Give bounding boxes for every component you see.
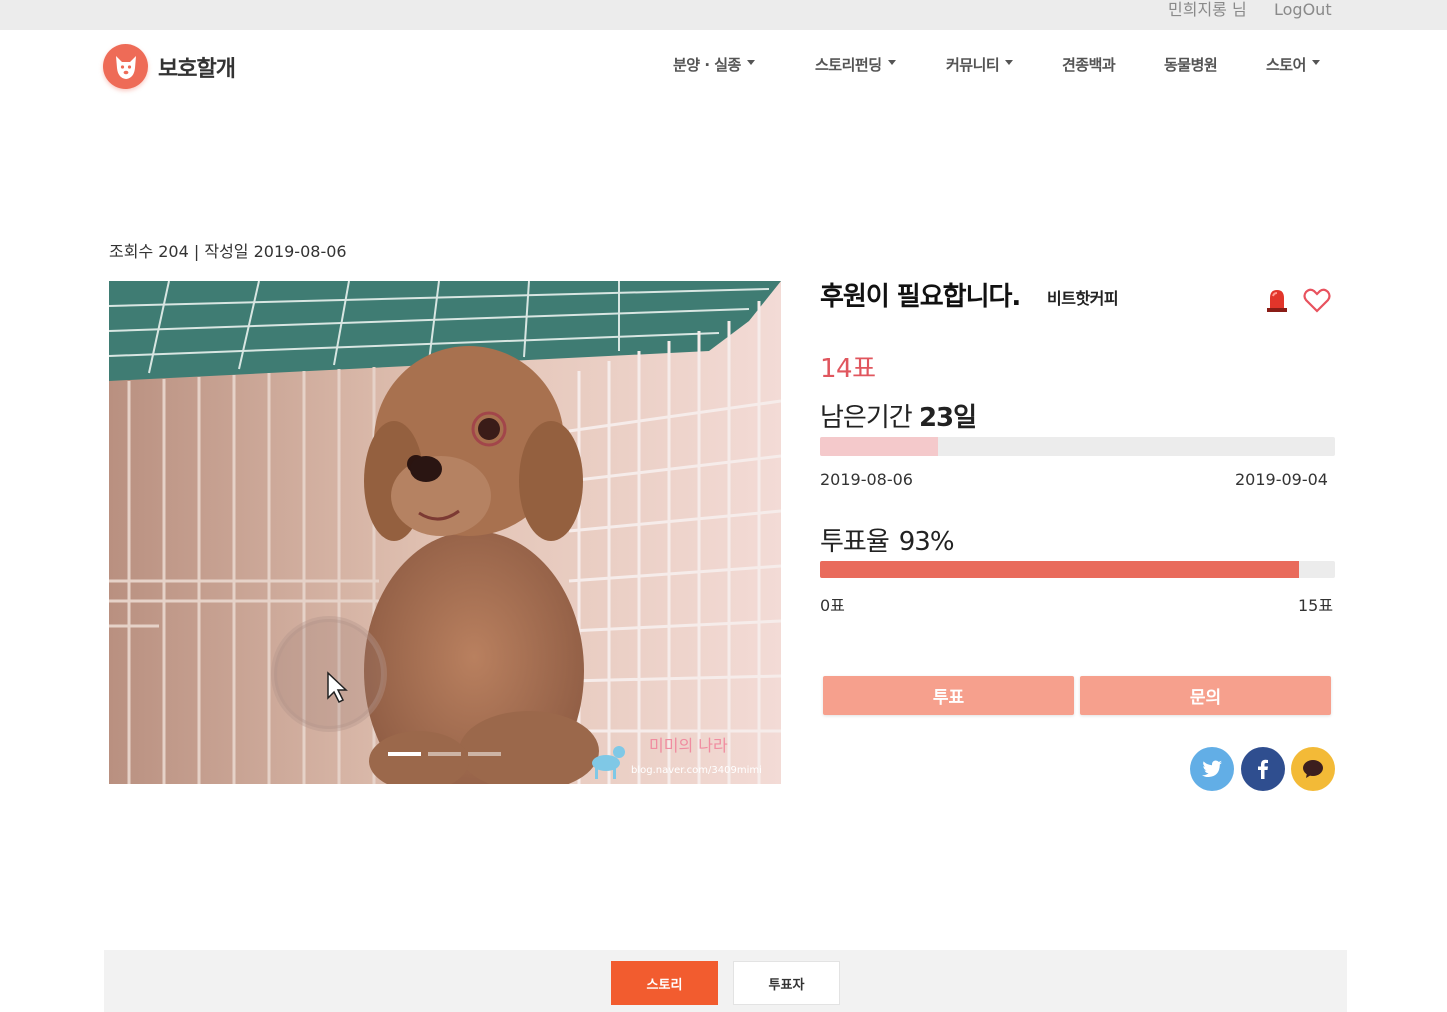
min-votes: 0표 (820, 596, 845, 615)
vote-count: 14표 (820, 354, 876, 384)
caret-down-icon (1005, 60, 1014, 65)
menu-adoption-missing[interactable]: 분양 · 실종 (673, 54, 755, 75)
photo-carousel[interactable]: 미미의 나라 blog.naver.com/3409mimi (109, 281, 781, 784)
vote-rate-label: 투표율 (820, 527, 890, 557)
remaining-period: 남은기간 23일 (820, 397, 977, 434)
remaining-value: 23일 (918, 403, 977, 433)
caret-down-icon (746, 60, 755, 65)
watermark-url: blog.naver.com/3409mimi (631, 765, 762, 776)
siren-icon[interactable] (1262, 284, 1292, 314)
vote-rate-value: 93% (898, 527, 955, 557)
vote-rate-bar (820, 561, 1335, 578)
menu-label: 분양 · 실종 (673, 56, 741, 74)
vote-rate: 투표율 93% (820, 521, 955, 558)
vote-button[interactable]: 투표 (823, 676, 1074, 715)
post-author: 비트핫커피 (1047, 289, 1119, 308)
caret-down-icon (1311, 60, 1320, 65)
menu-store[interactable]: 스토어 (1266, 54, 1320, 75)
menu-label: 견종백과 (1062, 56, 1116, 74)
menu-community[interactable]: 커뮤니티 (946, 54, 1014, 75)
dog-face-icon (103, 44, 148, 89)
remaining-label: 남은기간 (820, 403, 913, 433)
start-date: 2019-08-06 (820, 470, 913, 489)
menu-animal-hospital[interactable]: 동물병원 (1164, 54, 1218, 75)
menu-label: 커뮤니티 (946, 56, 1000, 74)
vote-rate-fill (820, 561, 1299, 578)
tab-story[interactable]: 스토리 (611, 961, 718, 1005)
post-title: 후원이 필요합니다. (820, 282, 1021, 312)
caret-down-icon (887, 60, 896, 65)
period-progress-fill (820, 437, 939, 456)
logo[interactable]: 보호할개 (103, 44, 236, 89)
carousel-indicator-1[interactable] (388, 752, 421, 756)
user-name: 민희지롱 님 (1168, 0, 1247, 19)
top-utility-bar: 민희지롱 님 LogOut (0, 0, 1447, 30)
carousel-indicator-3[interactable] (468, 752, 501, 756)
content-tab-bar: 스토리 투표자 (104, 950, 1347, 1012)
tab-voters[interactable]: 투표자 (733, 961, 840, 1005)
watermark-name: 미미의 나라 (649, 736, 728, 755)
main-nav: 보호할개 분양 · 실종 스토리펀딩 커뮤니티 견종백과 동물병원 스토어 (0, 30, 1447, 105)
menu-label: 동물병원 (1164, 56, 1218, 74)
kakaotalk-icon[interactable] (1291, 747, 1335, 791)
menu-story-funding[interactable]: 스토리펀딩 (815, 54, 896, 75)
logout-link[interactable]: LogOut (1274, 0, 1332, 20)
twitter-icon[interactable] (1190, 747, 1234, 791)
menu-label: 스토리펀딩 (815, 56, 882, 74)
inquiry-button[interactable]: 문의 (1080, 676, 1331, 715)
menu-breed-encyclopedia[interactable]: 견종백과 (1062, 54, 1116, 75)
facebook-icon[interactable] (1241, 747, 1285, 791)
logo-text: 보호할개 (158, 56, 236, 82)
max-votes: 15표 (1298, 596, 1334, 615)
carousel-indicator-2[interactable] (428, 752, 461, 756)
dog-photo: 미미의 나라 blog.naver.com/3409mimi (109, 281, 781, 784)
period-progress-bar (820, 437, 1335, 456)
menu-label: 스토어 (1266, 56, 1306, 74)
heart-icon[interactable] (1302, 285, 1332, 315)
end-date: 2019-09-04 (1235, 470, 1328, 489)
post-meta: 조회수 204 | 작성일 2019-08-06 (109, 242, 347, 261)
